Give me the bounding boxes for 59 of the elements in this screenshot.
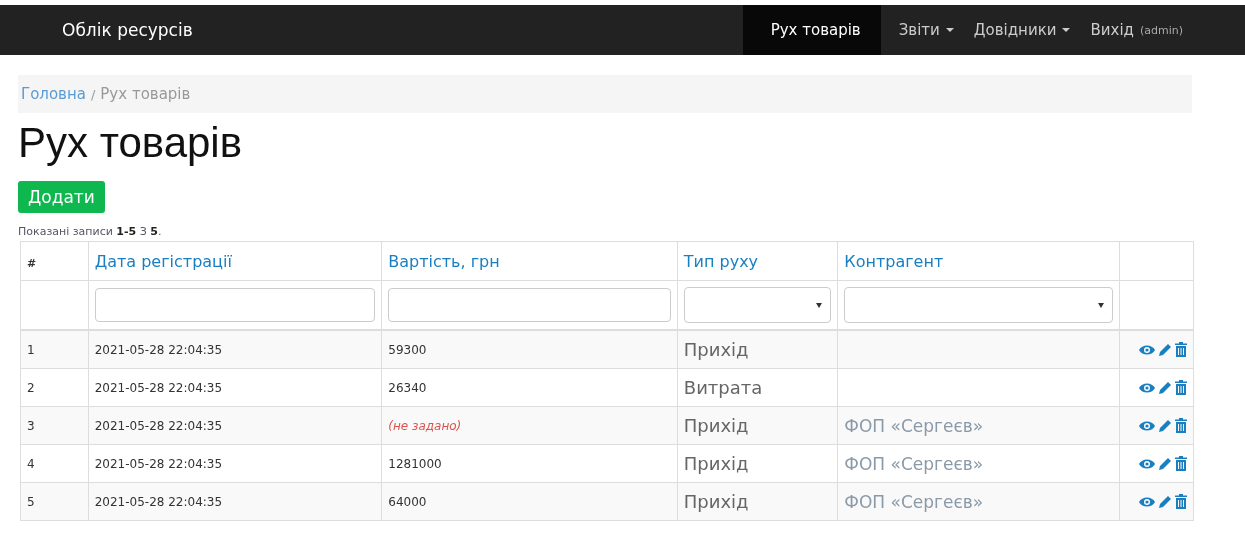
filter-field[interactable] — [388, 288, 671, 322]
cost-cell: 26340 — [388, 380, 427, 395]
view-icon[interactable] — [1139, 495, 1155, 508]
row-number: 4 — [27, 456, 35, 471]
cost-cell: 59300 — [388, 342, 427, 357]
movement-type: Витрата — [683, 377, 763, 398]
row-number: 5 — [27, 494, 35, 509]
edit-icon[interactable] — [1158, 494, 1172, 509]
date-cell: 2021-05-28 22:04:35 — [94, 456, 223, 471]
nav-item[interactable]: Довідники — [963, 5, 1081, 55]
nav-item[interactable]: Рух товарів — [742, 5, 881, 55]
movement-type: Прихід — [683, 339, 749, 360]
delete-icon[interactable] — [1175, 418, 1187, 433]
movement-type: Прихід — [683, 491, 749, 512]
user-name: (admin) — [1139, 23, 1183, 37]
breadcrumb-separator: / — [90, 86, 96, 102]
date-cell: 2021-05-28 22:04:35 — [94, 494, 223, 509]
page-title: Рух товарів — [18, 119, 243, 167]
nav-item[interactable]: Вихід (admin) — [1080, 5, 1193, 55]
counterparty: ФОП «Сергеєв» — [844, 453, 984, 474]
edit-icon[interactable] — [1158, 418, 1172, 433]
date-cell: 2021-05-28 22:04:35 — [94, 342, 223, 357]
delete-icon[interactable] — [1175, 494, 1187, 509]
date-cell: 2021-05-28 22:04:35 — [94, 418, 223, 433]
brand[interactable]: Облік ресурсів — [62, 5, 743, 55]
edit-icon[interactable] — [1158, 380, 1172, 395]
add-button[interactable]: Додати — [18, 181, 105, 213]
breadcrumb-current[interactable]: Рух товарів — [100, 85, 191, 103]
cost-cell: 64000 — [388, 494, 427, 509]
column-sort-link[interactable]: Контрагент — [844, 251, 944, 271]
caret-icon — [945, 28, 954, 32]
filter-field[interactable] — [94, 288, 376, 322]
records-summary: Показані записи 1-5 З 5. — [18, 225, 163, 238]
caret-icon — [816, 302, 823, 308]
row-number: 1 — [27, 342, 35, 357]
delete-icon[interactable] — [1175, 342, 1187, 357]
cost-cell: 1281000 — [388, 456, 442, 471]
column-sort-link[interactable]: Вартість, грн — [388, 251, 500, 271]
column-header[interactable]: # — [27, 256, 37, 270]
nav-item[interactable]: Звіти — [888, 5, 964, 55]
breadcrumb-link[interactable]: Головна — [21, 85, 86, 103]
counterparty: ФОП «Сергеєв» — [844, 491, 984, 512]
edit-icon[interactable] — [1158, 456, 1172, 471]
view-icon[interactable] — [1139, 457, 1155, 470]
delete-icon[interactable] — [1175, 456, 1187, 471]
cost-cell: (не задано) — [388, 418, 462, 433]
view-icon[interactable] — [1139, 343, 1155, 356]
counterparty: ФОП «Сергеєв» — [844, 415, 984, 436]
view-icon[interactable] — [1139, 419, 1155, 432]
caret-icon — [1062, 28, 1071, 32]
view-icon[interactable] — [1139, 381, 1155, 394]
date-cell: 2021-05-28 22:04:35 — [94, 380, 223, 395]
row-number: 3 — [27, 418, 35, 433]
edit-icon[interactable] — [1158, 342, 1172, 357]
caret-icon — [1098, 302, 1105, 308]
movement-type: Прихід — [683, 453, 749, 474]
movement-type: Прихід — [683, 415, 749, 436]
row-number: 2 — [27, 380, 35, 395]
delete-icon[interactable] — [1175, 380, 1187, 395]
